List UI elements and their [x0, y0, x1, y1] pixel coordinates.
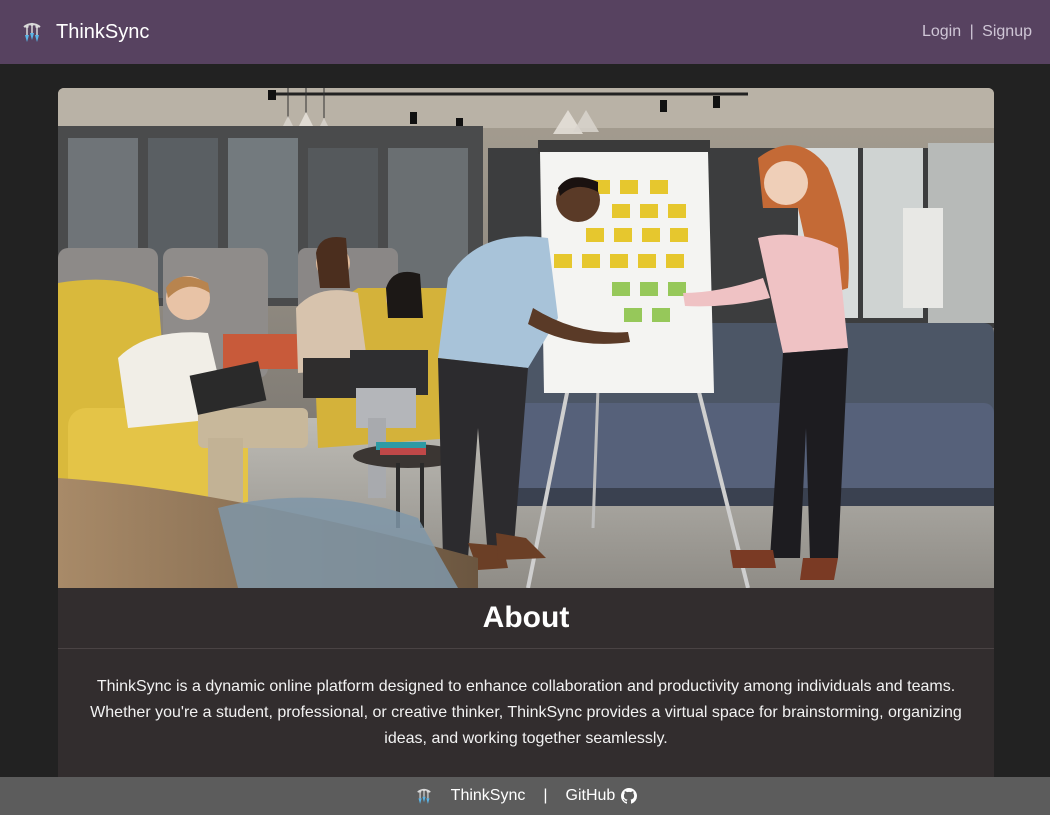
hero-image [58, 88, 994, 588]
signup-link[interactable]: Signup [982, 23, 1032, 40]
brain-lightbulb-logo-icon [23, 22, 41, 42]
top-navbar: ThinkSync Login | Signup [0, 0, 1050, 64]
footer: ThinkSync | GitHub [0, 777, 1050, 815]
login-link[interactable]: Login [922, 23, 961, 40]
about-card: About ThinkSync is a dynamic online plat… [58, 88, 994, 788]
divider [58, 648, 994, 649]
github-icon [621, 788, 638, 804]
about-description: ThinkSync is a dynamic online platform d… [90, 678, 962, 747]
auth-separator: | [969, 23, 974, 40]
brand-home-link[interactable]: ThinkSync [18, 18, 149, 46]
brain-lightbulb-logo-icon [416, 788, 431, 804]
brand-name: ThinkSync [56, 20, 150, 43]
auth-links: Login | Signup [922, 23, 1032, 41]
about-title: About [482, 601, 570, 634]
footer-separator: | [543, 787, 548, 804]
github-label: GitHub [565, 787, 616, 804]
github-link[interactable]: GitHub [566, 787, 638, 805]
footer-brand-link[interactable]: ThinkSync [451, 787, 526, 805]
